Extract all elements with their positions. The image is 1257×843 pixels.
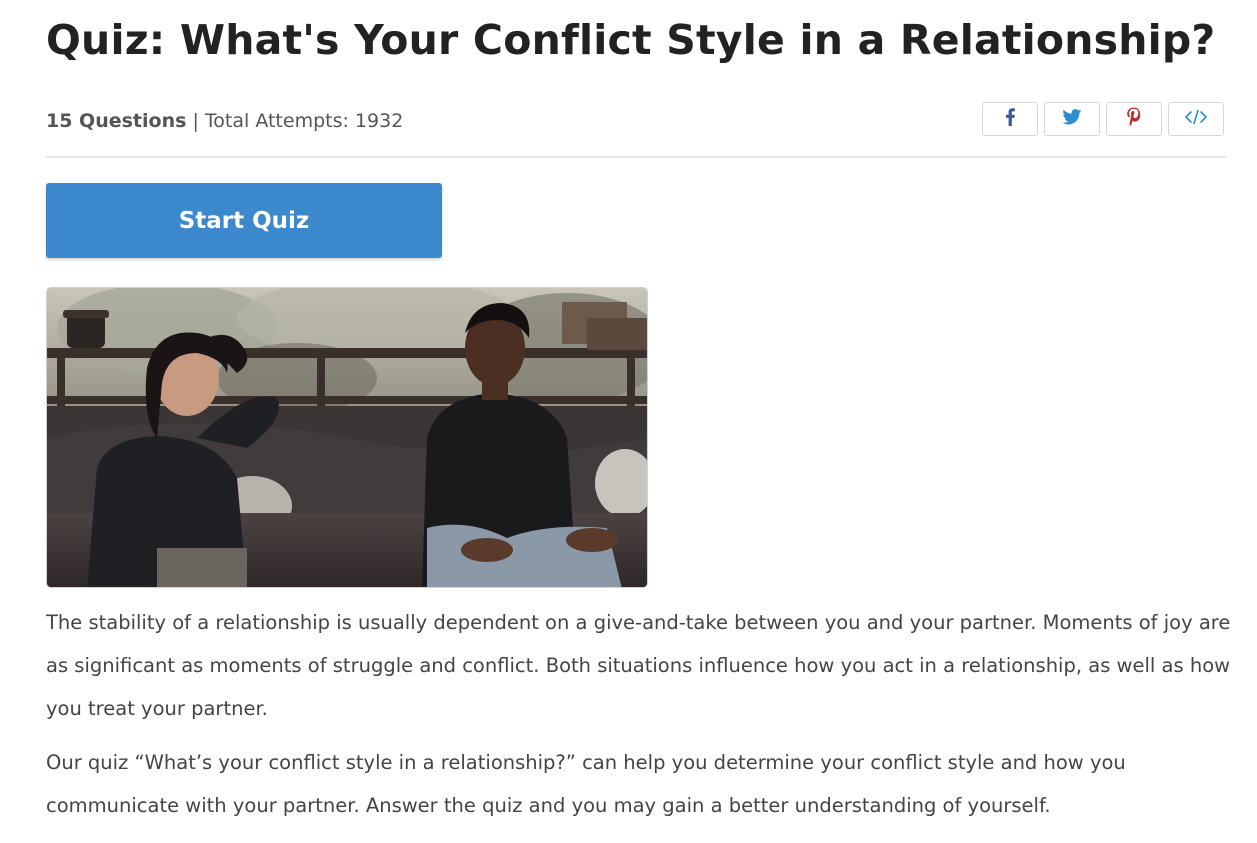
pinterest-icon bbox=[1126, 107, 1142, 131]
header-divider bbox=[46, 156, 1226, 158]
quiz-meta: 15 Questions | Total Attempts: 1932 bbox=[46, 110, 403, 132]
share-buttons bbox=[982, 102, 1224, 136]
start-quiz-button[interactable]: Start Quiz bbox=[46, 183, 442, 258]
meta-separator: | bbox=[186, 110, 205, 132]
quiz-meta-row: 15 Questions | Total Attempts: 1932 bbox=[46, 102, 1224, 142]
facebook-share-button[interactable] bbox=[982, 102, 1038, 136]
question-count: 15 Questions bbox=[46, 110, 187, 132]
total-attempts: Total Attempts: 1932 bbox=[204, 110, 404, 132]
description-paragraph: Our quiz “What’s your conflict style in … bbox=[46, 751, 1126, 817]
quiz-page: Quiz: What's Your Conflict Style in a Re… bbox=[0, 0, 1257, 843]
hero-image bbox=[46, 287, 648, 588]
quiz-description: The stability of a relationship is usual… bbox=[46, 601, 1231, 838]
description-paragraph: The stability of a relationship is usual… bbox=[46, 611, 1231, 720]
embed-code-icon bbox=[1184, 109, 1208, 129]
pinterest-share-button[interactable] bbox=[1106, 102, 1162, 136]
twitter-icon bbox=[1062, 109, 1082, 129]
embed-share-button[interactable] bbox=[1168, 102, 1224, 136]
page-title: Quiz: What's Your Conflict Style in a Re… bbox=[46, 16, 1216, 64]
twitter-share-button[interactable] bbox=[1044, 102, 1100, 136]
facebook-icon bbox=[1004, 108, 1016, 130]
couple-conversation-photo bbox=[47, 288, 647, 587]
